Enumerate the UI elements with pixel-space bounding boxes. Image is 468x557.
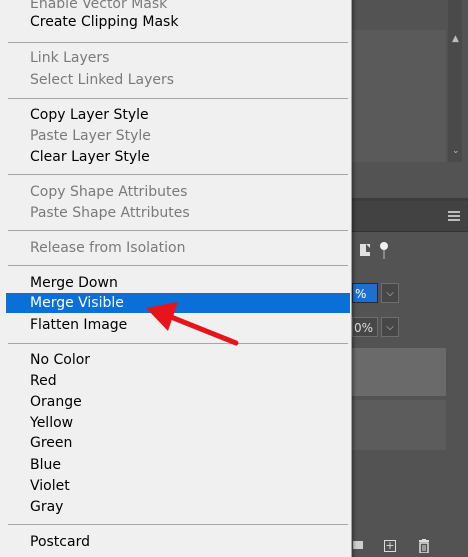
menu-item-link-layers[interactable]: Link Layers — [6, 48, 350, 68]
menu-item-gray[interactable]: Gray — [6, 497, 350, 517]
trash-icon[interactable] — [418, 539, 430, 553]
menu-separator — [8, 42, 348, 43]
menu-separator — [8, 524, 348, 525]
menu-item-create-clipping-mask[interactable]: Create Clipping Mask — [6, 12, 350, 32]
menu-item-merge-visible[interactable]: Merge Visible — [6, 293, 350, 313]
lock-document-icon[interactable] — [360, 244, 370, 256]
new-layer-icon[interactable]: + — [384, 540, 396, 552]
layers-bottom-bar — [352, 532, 468, 557]
panel-menu-icon[interactable] — [448, 211, 460, 221]
menu-item-no-color[interactable]: No Color — [6, 350, 350, 370]
menu-item-orange[interactable]: Orange — [6, 392, 350, 412]
lock-icons — [360, 242, 388, 259]
fill-input[interactable]: 0% — [352, 317, 378, 337]
menu-item-release-from-isolation[interactable]: Release from Isolation — [6, 238, 350, 258]
menu-item-postcard[interactable]: Postcard — [6, 532, 350, 552]
menu-item-clear-layer-style[interactable]: Clear Layer Style — [6, 147, 350, 167]
fill-dropdown-icon[interactable]: ⌵ — [381, 317, 399, 337]
scroll-down-icon[interactable]: ⌄ — [452, 146, 460, 156]
top-panel-scrollbar[interactable] — [448, 0, 462, 162]
top-panel-content — [352, 30, 446, 162]
menu-item-copy-layer-style[interactable]: Copy Layer Style — [6, 105, 350, 125]
menu-item-red[interactable]: Red — [6, 371, 350, 391]
menu-separator — [8, 265, 348, 266]
menu-item-blue[interactable]: Blue — [6, 455, 350, 475]
menu-separator — [8, 343, 348, 344]
scroll-up-icon[interactable]: ▲ — [452, 34, 459, 44]
menu-separator — [8, 174, 348, 175]
layer-row[interactable] — [352, 400, 446, 450]
menu-item-yellow[interactable]: Yellow — [6, 413, 350, 433]
menu-item-merge-down[interactable]: Merge Down — [6, 273, 350, 293]
menu-item-flatten-image[interactable]: Flatten Image — [6, 315, 350, 335]
menu-item-select-linked-layers[interactable]: Select Linked Layers — [6, 70, 350, 90]
lock-pin-icon[interactable] — [380, 242, 388, 259]
layer-row-selected[interactable] — [352, 348, 446, 396]
opacity-input[interactable]: % — [352, 283, 378, 303]
menu-item-paste-shape-attributes[interactable]: Paste Shape Attributes — [6, 203, 350, 223]
menu-separator — [8, 98, 348, 99]
menu-item-green[interactable]: Green — [6, 433, 350, 453]
menu-item-violet[interactable]: Violet — [6, 476, 350, 496]
opacity-dropdown-icon[interactable]: ⌵ — [381, 283, 399, 303]
menu-item-paste-layer-style[interactable]: Paste Layer Style — [6, 126, 350, 146]
layer-context-menu: Enable Vector Mask Create Clipping Mask … — [0, 0, 352, 557]
folder-icon[interactable] — [353, 541, 363, 549]
menu-separator — [8, 230, 348, 231]
menu-item-copy-shape-attributes[interactable]: Copy Shape Attributes — [6, 182, 350, 202]
